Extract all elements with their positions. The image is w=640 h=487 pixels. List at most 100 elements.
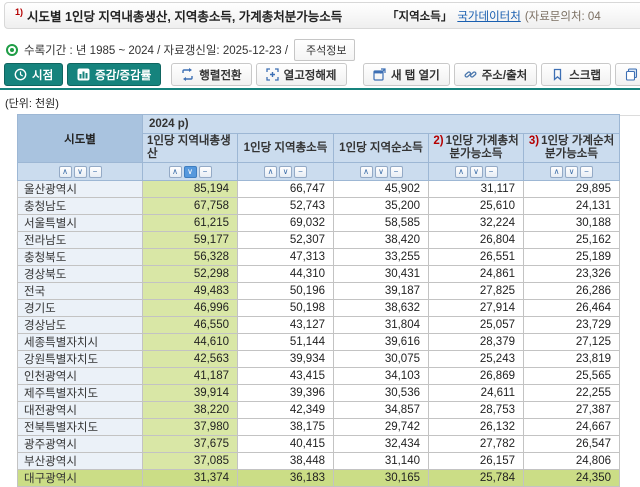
new-tab-icon bbox=[373, 68, 386, 81]
table-row: 전국49,48350,19639,18727,82526,286 bbox=[18, 283, 620, 300]
unfreeze-icon bbox=[266, 68, 279, 81]
region-name-cell: 경상남도 bbox=[18, 317, 143, 334]
sort-asc-button[interactable]: ∧ bbox=[550, 166, 563, 178]
region-name-cell: 서울특별시 bbox=[18, 215, 143, 232]
value-cell: 25,162 bbox=[524, 232, 620, 249]
sort-clear-button[interactable]: − bbox=[390, 166, 403, 178]
value-cell: 36,183 bbox=[238, 470, 334, 487]
annotation-button[interactable]: 주석정보 bbox=[294, 39, 354, 61]
value-cell: 44,610 bbox=[143, 334, 238, 351]
value-cell: 27,914 bbox=[429, 300, 524, 317]
source-contact: (자료문의처: 04 bbox=[525, 8, 601, 24]
value-cell: 40,415 bbox=[238, 436, 334, 453]
sort-desc-button[interactable]: ∨ bbox=[74, 166, 87, 178]
value-cell: 39,396 bbox=[238, 385, 334, 402]
value-cell: 25,784 bbox=[429, 470, 524, 487]
table-row: 전북특별자치도37,98038,17529,74226,13224,667 bbox=[18, 419, 620, 436]
value-cell: 31,374 bbox=[143, 470, 238, 487]
value-cell: 37,675 bbox=[143, 436, 238, 453]
toolbar-button[interactable]: 증감/증감률 bbox=[67, 63, 161, 86]
value-cell: 31,804 bbox=[334, 317, 429, 334]
column-header-label: 1인당 가계순처분가능소득 bbox=[541, 135, 614, 160]
sort-asc-button[interactable]: ∧ bbox=[360, 166, 373, 178]
period-info-text: 수록기간 : 년 1985 ~ 2024 / 자료갱신일: 2025-12-23… bbox=[24, 42, 288, 58]
value-cell: 52,298 bbox=[143, 266, 238, 283]
region-name-cell: 대구광역시 bbox=[18, 470, 143, 487]
value-cell: 43,127 bbox=[238, 317, 334, 334]
toolbar-button[interactable]: 시점 bbox=[4, 63, 63, 86]
sort-clear-button[interactable]: − bbox=[580, 166, 593, 178]
sort-asc-button[interactable]: ∧ bbox=[455, 166, 468, 178]
table-row: 세종특별자치시44,61051,14439,61628,37927,125 bbox=[18, 334, 620, 351]
value-cell: 37,085 bbox=[143, 453, 238, 470]
sort-asc-button[interactable]: ∧ bbox=[169, 166, 182, 178]
table-row: 강원특별자치도42,56339,93430,07525,24323,819 bbox=[18, 351, 620, 368]
sort-button-cell: ∧∨− bbox=[238, 163, 334, 181]
sort-button-cell: ∧∨− bbox=[334, 163, 429, 181]
bookmark-icon bbox=[551, 68, 564, 81]
annotation-button-label: 주석정보 bbox=[306, 42, 346, 58]
value-cell: 24,861 bbox=[429, 266, 524, 283]
toolbar: 시점증감/증감률 행렬전환 열고정해제 새 탭 열기 주소/출처 스크랩통계표 복사/공 bbox=[4, 63, 640, 86]
toolbar-button-label: 새 탭 열기 bbox=[391, 67, 440, 83]
value-cell: 58,585 bbox=[334, 215, 429, 232]
page-title: 시도별 1인당 지역내총생산, 지역총소득, 가계총처분가능소득 bbox=[27, 6, 342, 25]
sort-clear-button[interactable]: − bbox=[199, 166, 212, 178]
title-note-ref: 1) bbox=[15, 7, 23, 17]
value-cell: 59,177 bbox=[143, 232, 238, 249]
column-header-label: 1인당 지역총소득 bbox=[244, 142, 328, 154]
value-cell: 23,729 bbox=[524, 317, 620, 334]
source-link[interactable]: 국가데이터처 bbox=[457, 8, 520, 24]
sort-clear-button[interactable]: − bbox=[294, 166, 307, 178]
toolbar-button[interactable]: 통계표 복사/공 bbox=[615, 63, 640, 86]
region-name-cell: 경기도 bbox=[18, 300, 143, 317]
value-cell: 24,350 bbox=[524, 470, 620, 487]
value-cell: 30,536 bbox=[334, 385, 429, 402]
sort-asc-button[interactable]: ∧ bbox=[264, 166, 277, 178]
sort-desc-button[interactable]: ∨ bbox=[184, 166, 197, 178]
value-cell: 27,387 bbox=[524, 402, 620, 419]
link-icon bbox=[464, 68, 477, 81]
table-row: 경기도46,99650,19838,63227,91426,464 bbox=[18, 300, 620, 317]
value-cell: 28,753 bbox=[429, 402, 524, 419]
value-cell: 66,747 bbox=[238, 181, 334, 198]
sort-desc-button[interactable]: ∨ bbox=[565, 166, 578, 178]
value-cell: 30,431 bbox=[334, 266, 429, 283]
toolbar-button-label: 주소/출처 bbox=[482, 67, 528, 83]
toolbar-button[interactable]: 스크랩 bbox=[541, 63, 611, 86]
value-cell: 24,131 bbox=[524, 198, 620, 215]
value-cell: 61,215 bbox=[143, 215, 238, 232]
toolbar-button[interactable]: 주소/출처 bbox=[454, 63, 538, 86]
value-cell: 46,996 bbox=[143, 300, 238, 317]
sort-desc-button[interactable]: ∨ bbox=[470, 166, 483, 178]
toolbar-button[interactable]: 열고정해제 bbox=[256, 63, 347, 86]
value-cell: 30,165 bbox=[334, 470, 429, 487]
value-cell: 41,187 bbox=[143, 368, 238, 385]
region-name-cell: 제주특별자치도 bbox=[18, 385, 143, 402]
value-cell: 38,632 bbox=[334, 300, 429, 317]
value-cell: 49,483 bbox=[143, 283, 238, 300]
toolbar-button[interactable]: 행렬전환 bbox=[171, 63, 251, 86]
sort-desc-button[interactable]: ∨ bbox=[375, 166, 388, 178]
value-cell: 45,902 bbox=[334, 181, 429, 198]
column-note-ref: 2) bbox=[433, 135, 443, 147]
accent-divider bbox=[0, 88, 640, 90]
sort-desc-button[interactable]: ∨ bbox=[279, 166, 292, 178]
table-row: 서울특별시61,21569,03258,58532,22430,188 bbox=[18, 215, 620, 232]
toolbar-button-label: 열고정해제 bbox=[284, 67, 337, 83]
region-name-cell: 강원특별자치도 bbox=[18, 351, 143, 368]
sort-clear-button[interactable]: − bbox=[485, 166, 498, 178]
region-name-cell: 전국 bbox=[18, 283, 143, 300]
value-cell: 69,032 bbox=[238, 215, 334, 232]
value-cell: 47,313 bbox=[238, 249, 334, 266]
region-name-cell: 경상북도 bbox=[18, 266, 143, 283]
sort-asc-button[interactable]: ∧ bbox=[59, 166, 72, 178]
row-dimension-header: 시도별 bbox=[18, 115, 143, 163]
table-row: 부산광역시37,08538,44831,14026,15724,806 bbox=[18, 453, 620, 470]
sort-clear-button[interactable]: − bbox=[89, 166, 102, 178]
region-name-cell: 인천광역시 bbox=[18, 368, 143, 385]
value-cell: 27,125 bbox=[524, 334, 620, 351]
value-cell: 42,349 bbox=[238, 402, 334, 419]
toolbar-button[interactable]: 새 탭 열기 bbox=[363, 63, 450, 86]
value-cell: 35,200 bbox=[334, 198, 429, 215]
